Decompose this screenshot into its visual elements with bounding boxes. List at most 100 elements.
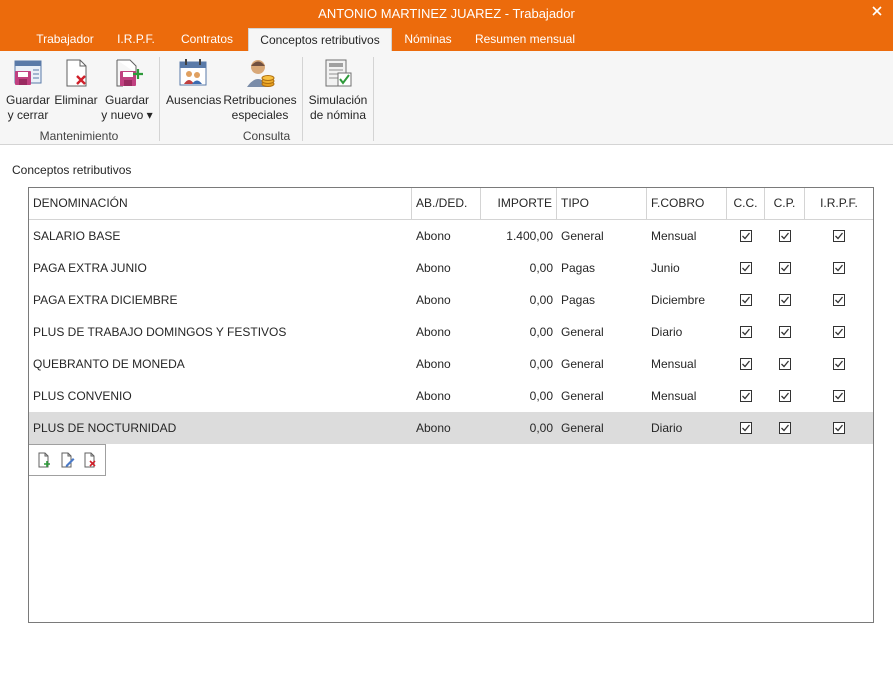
cell-abono-deduccion: Abono [416, 421, 451, 435]
cc-checkbox[interactable] [727, 284, 765, 316]
delete-record-icon[interactable] [82, 452, 98, 468]
tab-nominas[interactable]: Nóminas [392, 28, 464, 51]
cell-importe: 0,00 [529, 325, 553, 339]
cell-abono-deduccion: Abono [416, 293, 451, 307]
delete-button[interactable]: Eliminar [53, 57, 99, 108]
cell-importe: 0,00 [529, 421, 553, 435]
cc-checkbox[interactable] [727, 252, 765, 284]
group-label-consulta: Consulta [242, 129, 291, 143]
cp-checkbox[interactable] [765, 380, 805, 412]
cell-denominacion: QUEBRANTO DE MONEDA [33, 357, 185, 371]
column-header-tipo[interactable]: TIPO [557, 188, 647, 219]
table-row[interactable]: PAGA EXTRA DICIEMBRE Abono 0,00 Pagas Diciem… [29, 284, 873, 316]
special-pay-label-2: especiales [231, 108, 289, 122]
ribbon-separator [373, 57, 374, 141]
irpf-checkbox[interactable] [805, 284, 873, 316]
group-label-mantenimiento: Mantenimiento [39, 129, 119, 143]
cell-importe: 0,00 [529, 357, 553, 371]
save-new-button[interactable]: Guardar y nuevo ▾ [101, 57, 153, 123]
cp-checkbox[interactable] [765, 348, 805, 380]
cell-tipo: Pagas [561, 293, 596, 307]
column-header-fcobro[interactable]: F.COBRO [647, 188, 727, 219]
column-header-abono-deduccion[interactable]: AB./DED. [412, 188, 481, 219]
cell-tipo: General [561, 325, 604, 339]
absences-button[interactable]: Ausencias [166, 57, 222, 108]
delete-icon [66, 59, 87, 87]
column-header-cc[interactable]: C.C. [727, 188, 765, 219]
cell-fcobro: Diario [651, 421, 683, 435]
save-close-label-2: y cerrar [7, 108, 49, 122]
edit-record-icon[interactable] [59, 452, 75, 468]
calendar-icon [179, 59, 207, 86]
column-header-importe[interactable]: IMPORTE [481, 188, 557, 219]
table-row[interactable]: PLUS DE NOCTURNIDAD Abono 0,00 General Diari… [29, 412, 873, 444]
cc-checkbox[interactable] [727, 220, 765, 252]
cell-tipo: Pagas [561, 261, 596, 275]
grid-header: DENOMINACIÓN AB./DED. IMPORTE TIPO F.COB… [29, 188, 873, 220]
section-title: Conceptos retributivos [12, 163, 132, 177]
cell-fcobro: Junio [651, 261, 680, 275]
table-row[interactable]: SALARIO BASE Abono 1.400,00 General Mensual [29, 220, 873, 252]
absences-label: Ausencias [166, 93, 222, 107]
cell-fcobro: Diario [651, 325, 683, 339]
cell-denominacion: SALARIO BASE [33, 229, 121, 243]
payroll-simulation-button[interactable]: Simulación de nómina [308, 57, 368, 123]
special-pay-label-1: Retribuciones [223, 93, 297, 107]
cell-importe: 1.400,00 [506, 229, 553, 243]
cp-checkbox[interactable] [765, 252, 805, 284]
cell-abono-deduccion: Abono [416, 325, 451, 339]
cell-importe: 0,00 [529, 261, 553, 275]
payroll-simulation-label-2: de nómina [309, 108, 367, 122]
ribbon: Guardar y cerrar Eliminar Guardar y nuev… [0, 51, 893, 145]
cell-fcobro: Mensual [651, 357, 697, 371]
irpf-checkbox[interactable] [805, 348, 873, 380]
cell-abono-deduccion: Abono [416, 229, 451, 243]
cp-checkbox[interactable] [765, 316, 805, 348]
cell-abono-deduccion: Abono [416, 389, 451, 403]
save-close-icon [14, 60, 42, 85]
irpf-checkbox[interactable] [805, 380, 873, 412]
special-pay-button[interactable]: Retribuciones especiales [223, 57, 297, 123]
tab-resumen-mensual[interactable]: Resumen mensual [464, 28, 586, 51]
save-new-label-2: y nuevo ▾ [101, 108, 153, 122]
cell-fcobro: Mensual [651, 389, 697, 403]
irpf-checkbox[interactable] [805, 412, 873, 444]
cc-checkbox[interactable] [727, 412, 765, 444]
irpf-checkbox[interactable] [805, 220, 873, 252]
cp-checkbox[interactable] [765, 220, 805, 252]
cc-checkbox[interactable] [727, 380, 765, 412]
save-new-icon [116, 59, 143, 87]
cc-checkbox[interactable] [727, 348, 765, 380]
save-close-button[interactable]: Guardar y cerrar [4, 57, 52, 123]
close-icon[interactable] [869, 3, 885, 19]
cp-checkbox[interactable] [765, 412, 805, 444]
column-header-irpf[interactable]: I.R.P.F. [805, 188, 873, 219]
tab-irpf[interactable]: I.R.P.F. [106, 28, 166, 51]
column-header-denominacion[interactable]: DENOMINACIÓN [29, 188, 412, 219]
cell-importe: 0,00 [529, 293, 553, 307]
tab-contratos[interactable]: Contratos [166, 28, 248, 51]
irpf-checkbox[interactable] [805, 252, 873, 284]
irpf-checkbox[interactable] [805, 316, 873, 348]
cell-denominacion: PLUS DE NOCTURNIDAD [33, 421, 177, 435]
cp-checkbox[interactable] [765, 284, 805, 316]
table-row[interactable]: PAGA EXTRA JUNIO Abono 0,00 Pagas Junio [29, 252, 873, 284]
new-record-icon[interactable] [36, 452, 52, 468]
tab-conceptos-retributivos[interactable]: Conceptos retributivos [248, 28, 392, 51]
window-title: ANTONIO MARTINEZ JUAREZ - Trabajador [318, 6, 575, 21]
cc-checkbox[interactable] [727, 316, 765, 348]
cell-denominacion: PLUS DE TRABAJO DOMINGOS Y FESTIVOS [33, 325, 287, 339]
concepts-grid: DENOMINACIÓN AB./DED. IMPORTE TIPO F.COB… [28, 187, 874, 623]
table-row[interactable]: PLUS CONVENIO Abono 0,00 General Mensual [29, 380, 873, 412]
record-toolbar [29, 444, 106, 476]
cell-fcobro: Mensual [651, 229, 697, 243]
payroll-simulation-icon [325, 59, 352, 87]
tab-trabajador[interactable]: Trabajador [24, 28, 106, 51]
column-header-cp[interactable]: C.P. [765, 188, 805, 219]
cell-abono-deduccion: Abono [416, 261, 451, 275]
cell-tipo: General [561, 389, 604, 403]
table-row[interactable]: QUEBRANTO DE MONEDA Abono 0,00 General Mensu… [29, 348, 873, 380]
table-row[interactable]: PLUS DE TRABAJO DOMINGOS Y FESTIVOS Abono… [29, 316, 873, 348]
save-close-label-1: Guardar [5, 93, 51, 107]
cell-importe: 0,00 [529, 389, 553, 403]
